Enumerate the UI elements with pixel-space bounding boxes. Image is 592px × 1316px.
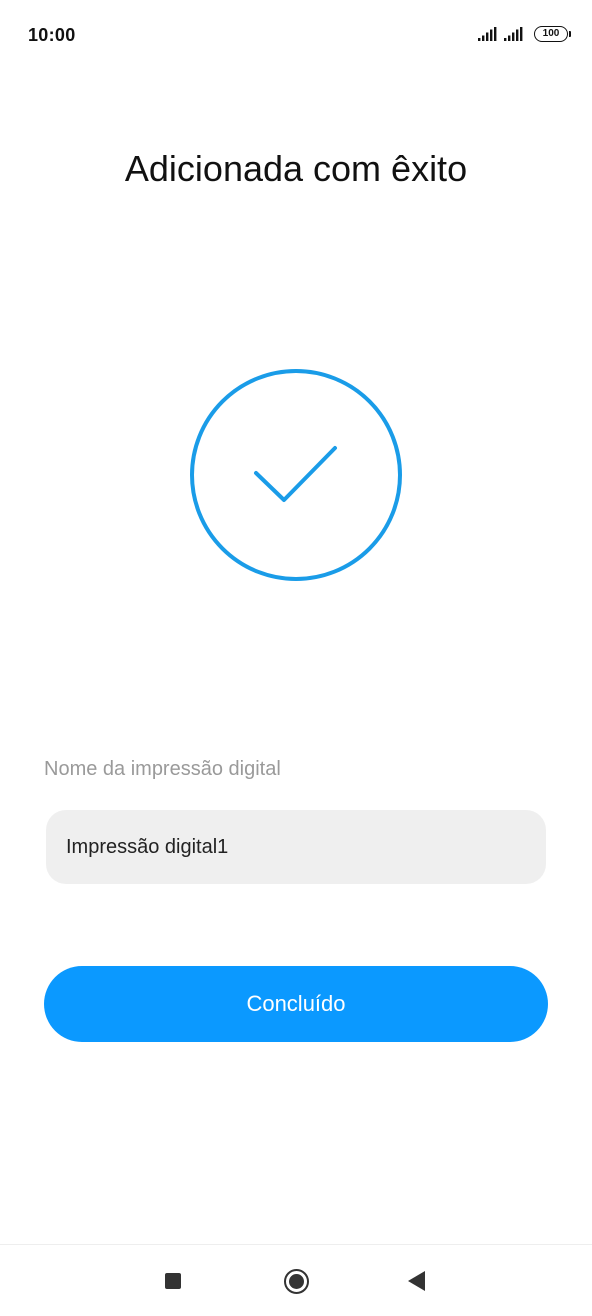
fingerprint-name-label: Nome da impressão digital bbox=[44, 758, 281, 780]
status-time: 10:00 bbox=[28, 25, 76, 45]
home-circle-icon bbox=[283, 1268, 309, 1294]
status-bar: 10:00 100 bbox=[0, 0, 592, 72]
check-circle-icon bbox=[190, 369, 402, 581]
recents-button[interactable] bbox=[151, 1259, 195, 1303]
status-icons: 100 bbox=[478, 26, 571, 42]
back-button[interactable] bbox=[395, 1259, 439, 1303]
page-title: Adicionada com êxito bbox=[124, 148, 468, 189]
recents-square-icon bbox=[165, 1273, 181, 1289]
back-triangle-icon bbox=[407, 1271, 425, 1291]
navigation-bar bbox=[0, 1244, 592, 1316]
fingerprint-name-input[interactable] bbox=[46, 810, 546, 884]
signal-icon bbox=[478, 27, 497, 41]
home-button[interactable] bbox=[274, 1259, 318, 1303]
done-button[interactable]: Concluído bbox=[44, 966, 548, 1042]
check-mark-icon bbox=[254, 446, 337, 502]
success-ring bbox=[190, 369, 402, 581]
battery-level: 100 bbox=[542, 28, 560, 39]
battery-icon: 100 bbox=[534, 26, 571, 42]
signal-icon-2 bbox=[504, 27, 523, 41]
